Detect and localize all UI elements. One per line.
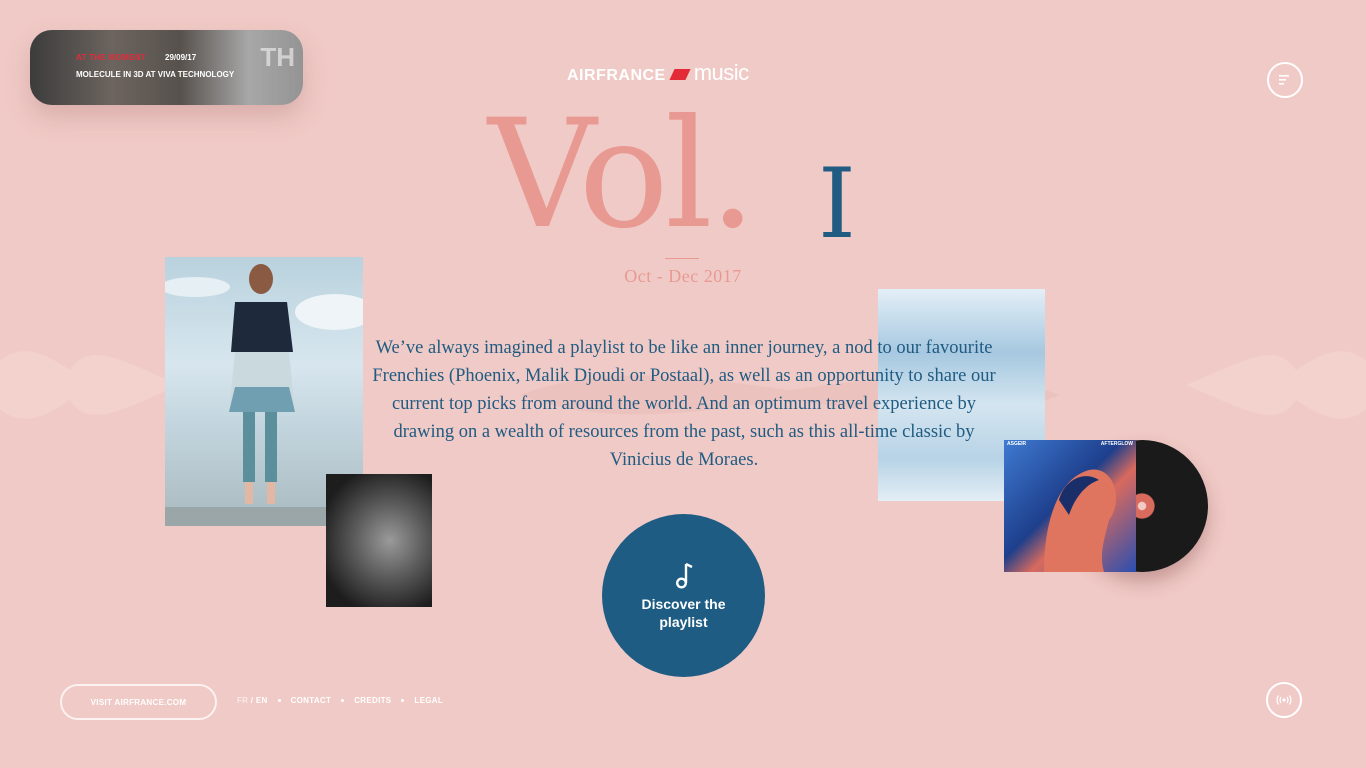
menu-icon xyxy=(1279,75,1289,85)
footer-dot xyxy=(401,699,405,702)
lang-separator: / xyxy=(250,696,254,705)
lang-en-link[interactable]: EN xyxy=(256,696,268,705)
album-portrait-art xyxy=(1044,469,1117,572)
decorative-ink-right xyxy=(1186,351,1366,419)
photo-bearded-man xyxy=(326,474,432,607)
sound-toggle-button[interactable] xyxy=(1266,682,1302,718)
volume-number: I xyxy=(818,148,856,260)
sound-wave-icon xyxy=(1276,695,1292,705)
menu-button[interactable] xyxy=(1267,62,1303,98)
airfrance-music-logo[interactable]: AIRFRANCE music xyxy=(567,60,749,85)
album-artist: ASGEIR xyxy=(1007,441,1027,447)
news-tag: AT THE MOMENT xyxy=(76,53,146,62)
lang-fr-link[interactable]: FR xyxy=(237,696,248,705)
logo-brand: AIRFRANCE xyxy=(567,67,666,84)
volume-label: Vol. xyxy=(488,88,757,262)
contact-link[interactable]: CONTACT xyxy=(291,696,332,705)
visit-airfrance-button[interactable]: VISIT AIRFRANCE.COM xyxy=(60,684,217,720)
footer-dot xyxy=(341,699,345,702)
logo-slash-icon xyxy=(669,69,691,80)
album-cover: ASGEIR AFTERGLOW xyxy=(1004,440,1136,572)
decorative-ink-left xyxy=(0,351,180,419)
news-banner[interactable]: TH AT THE MOMENT 29/09/17 MOLECULE IN 3D… xyxy=(30,30,303,105)
volume-title: Vol. I xyxy=(488,100,856,252)
music-note-icon xyxy=(675,562,693,589)
legal-link[interactable]: LEGAL xyxy=(414,696,443,705)
credits-link[interactable]: CREDITS xyxy=(354,696,391,705)
footer-nav: FR / EN CONTACT CREDITS LEGAL xyxy=(237,696,443,705)
discover-playlist-button[interactable]: Discover the playlist xyxy=(602,514,765,677)
logo-music: music xyxy=(693,60,749,85)
intro-text: We’ve always imagined a playlist to be l… xyxy=(372,337,996,470)
footer-dot xyxy=(277,699,281,702)
news-date: 29/09/17 xyxy=(165,53,197,62)
discover-playlist-label: Discover the playlist xyxy=(641,595,726,630)
news-bg-text: TH xyxy=(260,42,295,72)
title-divider xyxy=(665,258,699,259)
album-title: AFTERGLOW xyxy=(1100,441,1133,447)
news-headline: MOLECULE IN 3D AT VIVA TECHNOLOGY xyxy=(76,70,235,79)
